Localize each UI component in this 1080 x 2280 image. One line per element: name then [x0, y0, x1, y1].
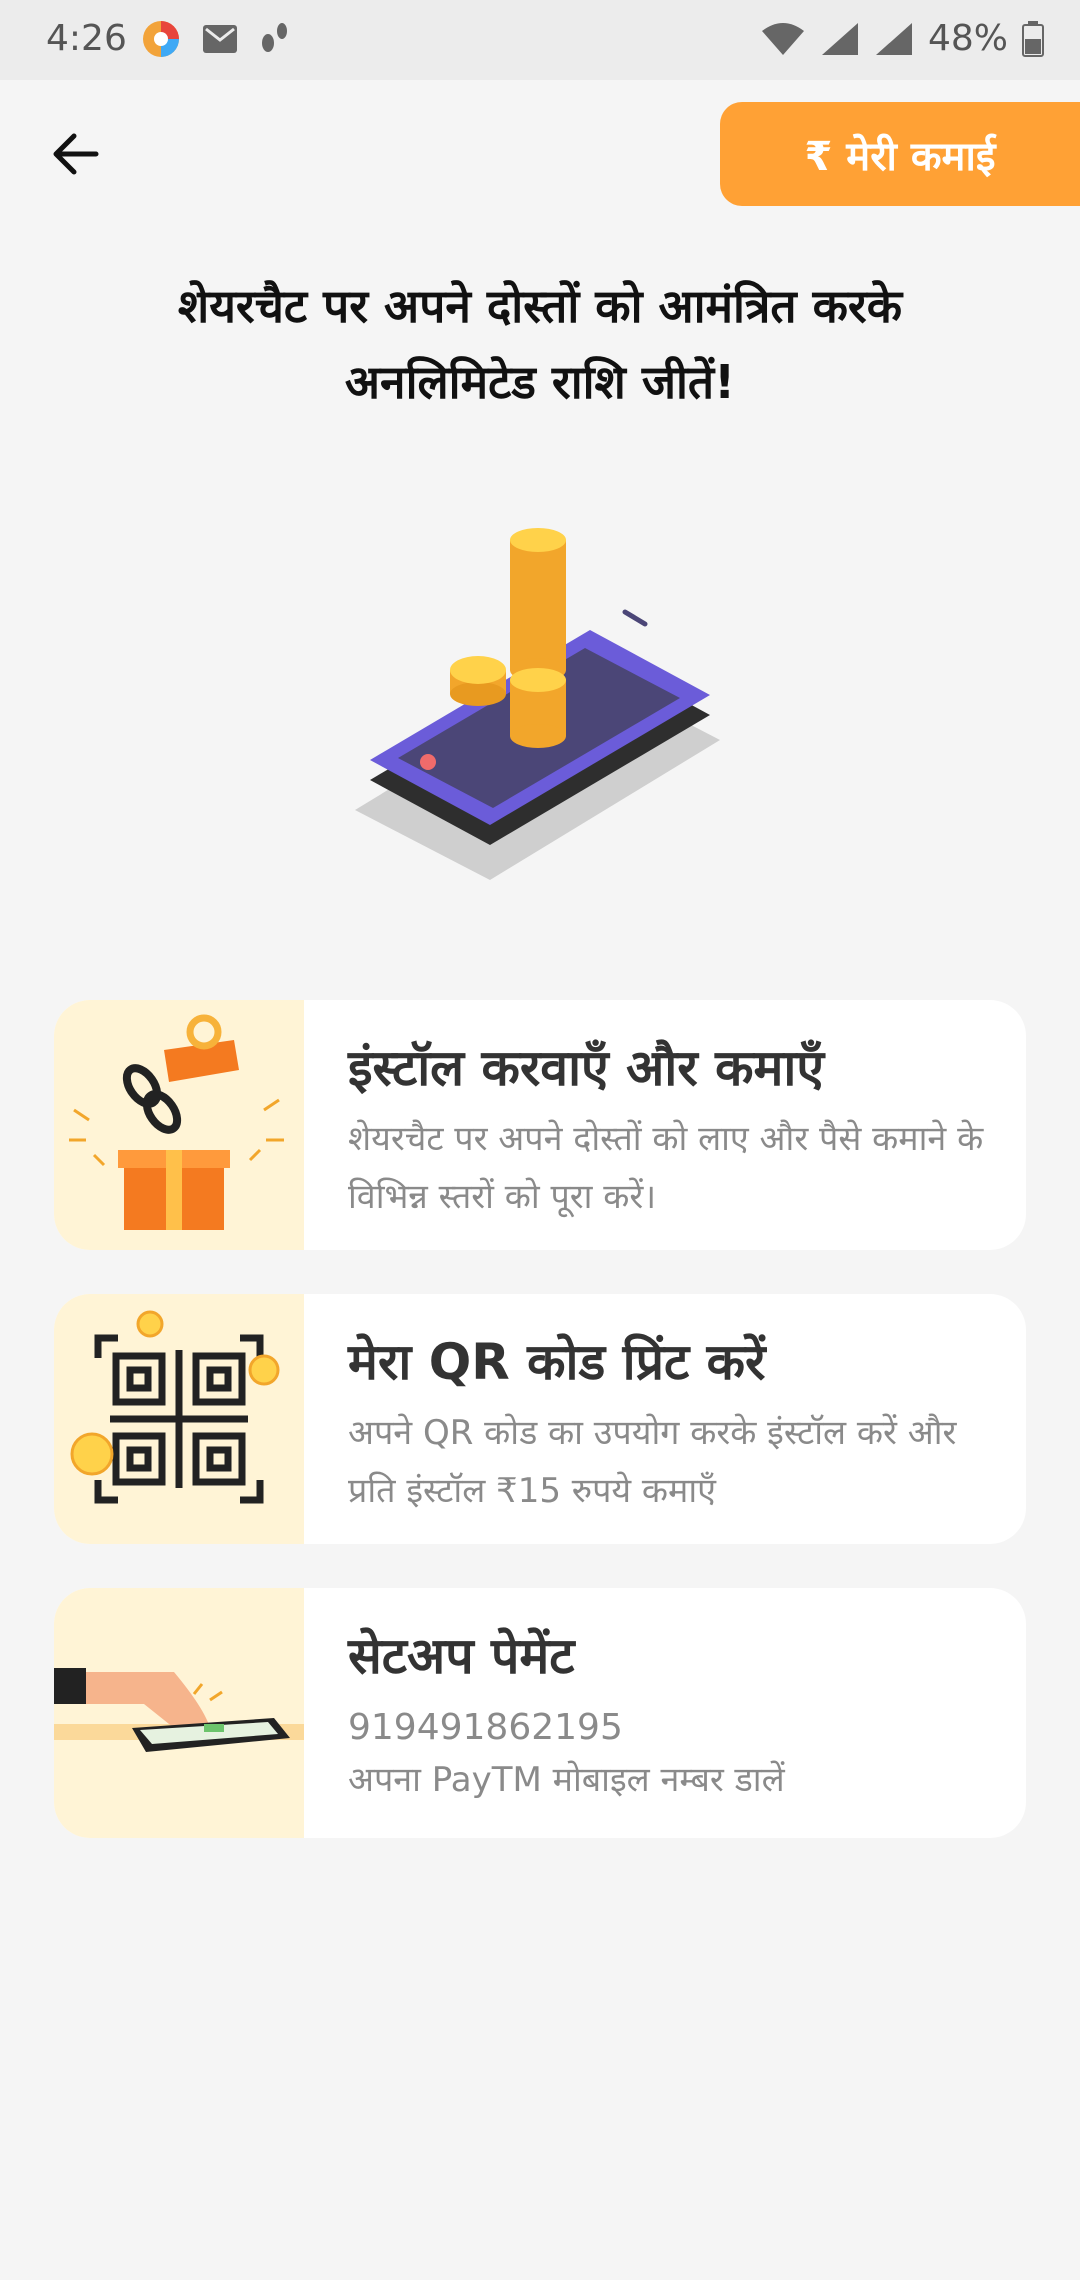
app-notification-icon	[143, 21, 179, 57]
my-earnings-button[interactable]: ₹ मेरी कमाई	[720, 102, 1080, 206]
card-title: मेरा QR कोड प्रिंट करें	[348, 1333, 766, 1391]
back-button[interactable]	[44, 122, 108, 186]
mail-icon	[203, 25, 237, 53]
print-qr-code-card[interactable]: मेरा QR कोड प्रिंट करें अपने QR कोड का उ…	[54, 1294, 1026, 1544]
battery-percent: 48%	[927, 18, 1008, 59]
card-description: अपने QR कोड का उपयोग करके इंस्टॉल करें औ…	[348, 1413, 957, 1511]
payment-phone-icon	[54, 1668, 304, 1752]
footsteps-icon	[262, 23, 287, 52]
paytm-number: 919491862195	[348, 1707, 623, 1748]
phone-coins-illustration	[355, 528, 720, 880]
page-headline: शेयरचैट पर अपने दोस्तों को आमंत्रित करके…	[177, 279, 903, 409]
signal-icon	[821, 22, 858, 55]
arrow-left-icon	[53, 133, 99, 175]
card-description: अपना PayTM मोबाइल नम्बर डालें	[348, 1760, 785, 1800]
signal-icon-2	[875, 22, 912, 55]
gift-link-icon	[69, 1014, 284, 1230]
card-description: शेयरचैट पर अपने दोस्तों को लाए और पैसे क…	[348, 1119, 984, 1217]
card-thumbnail	[54, 1000, 304, 1250]
setup-payment-card[interactable]: सेटअप पेमेंट 919491862195 अपना PayTM मोब…	[54, 1588, 1026, 1838]
status-time: 4:26	[46, 18, 127, 59]
wifi-icon	[761, 22, 804, 55]
card-thumbnail	[54, 1294, 304, 1544]
install-and-earn-card[interactable]: इंस्टॉल करवाएँ और कमाएँ शेयरचैट पर अपने …	[54, 1000, 1026, 1250]
card-title: इंस्टॉल करवाएँ और कमाएँ	[348, 1039, 825, 1097]
status-bar: 4:26 48%	[0, 0, 1080, 80]
card-title: सेटअप पेमेंट	[348, 1627, 575, 1685]
battery-icon	[1022, 20, 1044, 57]
card-thumbnail	[54, 1588, 304, 1838]
qr-code-icon	[70, 1310, 280, 1504]
